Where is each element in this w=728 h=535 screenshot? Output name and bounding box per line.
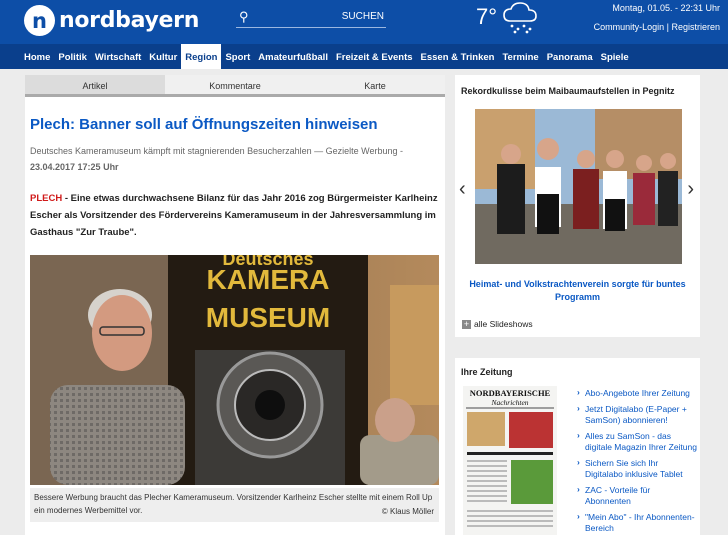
nav-item-spiele[interactable]: Spiele: [597, 44, 633, 69]
link-abo-angebote[interactable]: Abo-Angebote Ihrer Zeitung: [577, 387, 697, 399]
cloud-snow-icon[interactable]: [502, 1, 540, 35]
article-photo[interactable]: Deutsches KAMERA MUSEUM: [30, 255, 439, 485]
slideshow-panel: Rekordkulisse beim Maibaumaufstellen in …: [455, 75, 700, 337]
link-zac[interactable]: ZAC - Vorteile für Abonnenten: [577, 484, 697, 507]
nav-item-kultur[interactable]: Kultur: [145, 44, 181, 69]
nav-item-politik[interactable]: Politik: [54, 44, 91, 69]
zeitung-heading: Ihre Zeitung: [461, 367, 513, 377]
tab-artikel[interactable]: Artikel: [25, 75, 165, 94]
search-button[interactable]: SUCHEN: [342, 11, 384, 22]
dateline-place: PLECH: [30, 193, 63, 204]
nav-item-essen[interactable]: Essen & Trinken: [417, 44, 499, 69]
paper-title: NORDBAYERISCHE: [470, 388, 551, 398]
logo-text: nordbayern: [59, 8, 200, 33]
article-title: Plech: Banner soll auf Öffnungszeiten hi…: [30, 116, 378, 133]
nav-item-sport[interactable]: Sport: [221, 44, 254, 69]
tab-kommentare[interactable]: Kommentare: [165, 75, 305, 94]
nav-item-freizeit[interactable]: Freizeit & Events: [332, 44, 417, 69]
nav-item-home[interactable]: Home: [20, 44, 54, 69]
search-icon[interactable]: ⚲: [239, 9, 249, 25]
abo-links: Abo-Angebote Ihrer Zeitung Jetzt Digital…: [577, 387, 697, 535]
nav-item-termine[interactable]: Termine: [498, 44, 542, 69]
lead-text: - Eine etwas durchwachsene Bilanz für da…: [30, 193, 438, 238]
plus-icon: +: [462, 318, 471, 329]
all-slideshows-link[interactable]: + alle Slideshows: [462, 319, 533, 329]
photo-credit: © Klaus Möller: [381, 507, 434, 516]
site-logo[interactable]: n nordbayern: [24, 5, 199, 36]
slideshow-heading[interactable]: Rekordkulisse beim Maibaumaufstellen in …: [455, 75, 700, 96]
main-nav: Home Politik Wirtschaft Kultur Region Sp…: [0, 44, 728, 69]
top-header: n nordbayern ⚲ SUCHEN 7° Montag, 01.05. …: [0, 0, 728, 44]
newspaper-cover-image: NORDBAYERISCHE Nachrichten: [463, 386, 557, 535]
photo-caption: Bessere Werbung braucht das Plecher Kame…: [30, 488, 439, 522]
nav-item-wirtschaft[interactable]: Wirtschaft: [91, 44, 145, 69]
tab-karte[interactable]: Karte: [305, 75, 445, 94]
slideshow-caption[interactable]: Heimat- und Volkstrachtenverein sorgte f…: [463, 278, 692, 304]
paper-subtitle: Nachrichten: [490, 398, 528, 407]
nav-item-panorama[interactable]: Panorama: [543, 44, 597, 69]
article-lead: PLECH - Eine etwas durchwachsene Bilanz …: [30, 190, 440, 241]
nav-item-amateurfussball[interactable]: Amateurfußball: [254, 44, 332, 69]
slideshow-photo: [475, 109, 682, 264]
slideshow-image[interactable]: [475, 109, 682, 264]
login-link[interactable]: Community-Login: [594, 22, 665, 32]
article-subtitle: Deutsches Kameramuseum kämpft mit stagni…: [30, 146, 404, 156]
caption-text: Bessere Werbung braucht das Plecher Kame…: [34, 493, 433, 515]
newspaper-cover[interactable]: NORDBAYERISCHE Nachrichten: [463, 386, 557, 535]
banner-text-kamera: KAMERA: [207, 264, 330, 295]
nav-item-region[interactable]: Region: [181, 44, 222, 69]
article-panel: Artikel Kommentare Karte Plech: Banner s…: [25, 75, 445, 535]
date-time: Montag, 01.05. - 22:31 Uhr: [612, 3, 720, 13]
link-digitalabo[interactable]: Jetzt Digitalabo (E-Paper + SamSon) abon…: [577, 403, 697, 426]
search-box: ⚲ SUCHEN: [236, 8, 386, 28]
article-tabs: Artikel Kommentare Karte: [25, 75, 445, 97]
temperature: 7°: [476, 4, 498, 29]
register-link[interactable]: Registrieren: [671, 22, 720, 32]
zeitung-panel: Ihre Zeitung NORDBAYERISCHE Nachrichten …: [455, 358, 700, 535]
account-links: Community-Login | Registrieren: [594, 22, 720, 32]
article-subline: Deutsches Kameramuseum kämpft mit stagni…: [30, 143, 430, 175]
banner-text-museum: MUSEUM: [206, 302, 330, 333]
link-tablet[interactable]: Sichern Sie sich Ihr Digitalabo inklusiv…: [577, 457, 697, 480]
prev-slide-arrow-icon[interactable]: ‹: [459, 178, 466, 201]
all-slideshows-label: alle Slideshows: [474, 319, 533, 329]
next-slide-arrow-icon[interactable]: ›: [687, 178, 694, 201]
article-photo-image: Deutsches KAMERA MUSEUM: [30, 255, 439, 485]
article-timestamp: 23.04.2017 17:25 Uhr: [30, 162, 119, 172]
search-input[interactable]: [258, 9, 338, 25]
link-mein-abo[interactable]: "Mein Abo" - Ihr Abonnenten-Bereich: [577, 511, 697, 534]
logo-mark-icon: n: [24, 5, 55, 36]
link-samson[interactable]: Alles zu SamSon - das digitale Magazin I…: [577, 430, 697, 453]
